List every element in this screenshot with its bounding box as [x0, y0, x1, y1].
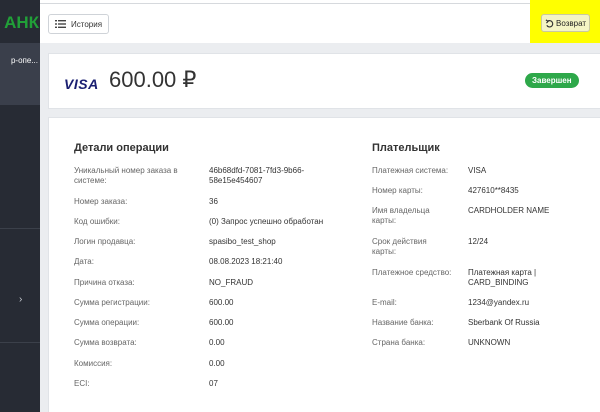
- field-value: UNKNOWN: [468, 338, 511, 347]
- sidebar: АНК р-опе... ›: [0, 0, 40, 412]
- field-label: Срок действия карты:: [372, 237, 427, 256]
- payer-title: Плательщик: [372, 142, 440, 154]
- logo-text: АНК: [4, 13, 39, 32]
- field-value: 36: [209, 197, 218, 206]
- list-icon: [55, 20, 66, 28]
- field-label: Комиссия:: [74, 359, 113, 368]
- field-label: Сумма возврата:: [74, 338, 137, 347]
- field-value: 600.00: [209, 298, 234, 307]
- field-label: Номер заказа:: [74, 197, 128, 206]
- field-value: 1234@yandex.ru: [468, 298, 530, 307]
- field-label: Дата:: [74, 257, 94, 266]
- field-label: Причина отказа:: [74, 278, 135, 287]
- field-label: Номер карты:: [372, 186, 423, 195]
- header: История: [40, 4, 530, 43]
- field-label: Код ошибки:: [74, 217, 120, 226]
- sidebar-divider: [0, 342, 40, 343]
- field-label: Уникальный номер заказа в системе:: [74, 166, 178, 185]
- payment-amount: 600.00 ₽: [109, 67, 197, 92]
- field-value: Sberbank Of Russia: [468, 318, 540, 327]
- field-value: CARDHOLDER NAME: [468, 206, 550, 215]
- return-highlight: Возврат: [530, 0, 600, 43]
- return-button[interactable]: Возврат: [541, 14, 590, 32]
- field-value: 0.00: [209, 338, 225, 347]
- sidebar-item-shop[interactable]: р-опе...: [0, 43, 40, 105]
- field-label: Страна банка:: [372, 338, 426, 347]
- field-label: Платежная система:: [372, 166, 449, 175]
- field-value: 600.00: [209, 318, 234, 327]
- field-label: Сумма регистрации:: [74, 298, 150, 307]
- status-badge: Завершен: [525, 73, 579, 88]
- field-value: 08.08.2023 18:21:40: [209, 257, 283, 266]
- payment-summary-card: VISA 600.00 ₽ Завершен: [48, 53, 600, 109]
- visa-logo: VISA: [64, 76, 99, 92]
- field-label: Имя владельца карты:: [372, 206, 430, 225]
- field-value: Платежная карта | CARD_BINDING: [468, 268, 537, 287]
- field-label: Название банка:: [372, 318, 434, 327]
- field-value: 427610**8435: [468, 186, 519, 195]
- history-button-label: История: [71, 19, 103, 29]
- field-value: NO_FRAUD: [209, 278, 254, 287]
- undo-icon: [545, 18, 554, 27]
- field-value: spasibo_test_shop: [209, 237, 276, 246]
- field-label: E-mail:: [372, 298, 397, 307]
- field-value: 46b68dfd-7081-7fd3-9b66-58e15e454607: [209, 166, 305, 185]
- field-value: VISA: [468, 166, 487, 175]
- details-card: Детали операции Уникальный номер заказа …: [48, 117, 600, 412]
- return-button-label: Возврат: [556, 18, 586, 28]
- history-button[interactable]: История: [48, 14, 109, 34]
- chevron-right-icon[interactable]: ›: [19, 294, 22, 305]
- logo[interactable]: АНК: [0, 0, 40, 43]
- details-title: Детали операции: [74, 142, 169, 154]
- sidebar-item-label: р-опе...: [10, 56, 38, 65]
- field-value: 07: [209, 379, 218, 388]
- field-label: Сумма операции:: [74, 318, 140, 327]
- field-label: ECI:: [74, 379, 90, 388]
- sidebar-divider: [0, 228, 40, 229]
- field-value: 12/24: [468, 237, 489, 246]
- field-label: Логин продавца:: [74, 237, 136, 246]
- field-value: 0.00: [209, 359, 225, 368]
- field-label: Платежное средство:: [372, 268, 452, 277]
- field-value: (0) Запрос успешно обработан: [209, 217, 324, 226]
